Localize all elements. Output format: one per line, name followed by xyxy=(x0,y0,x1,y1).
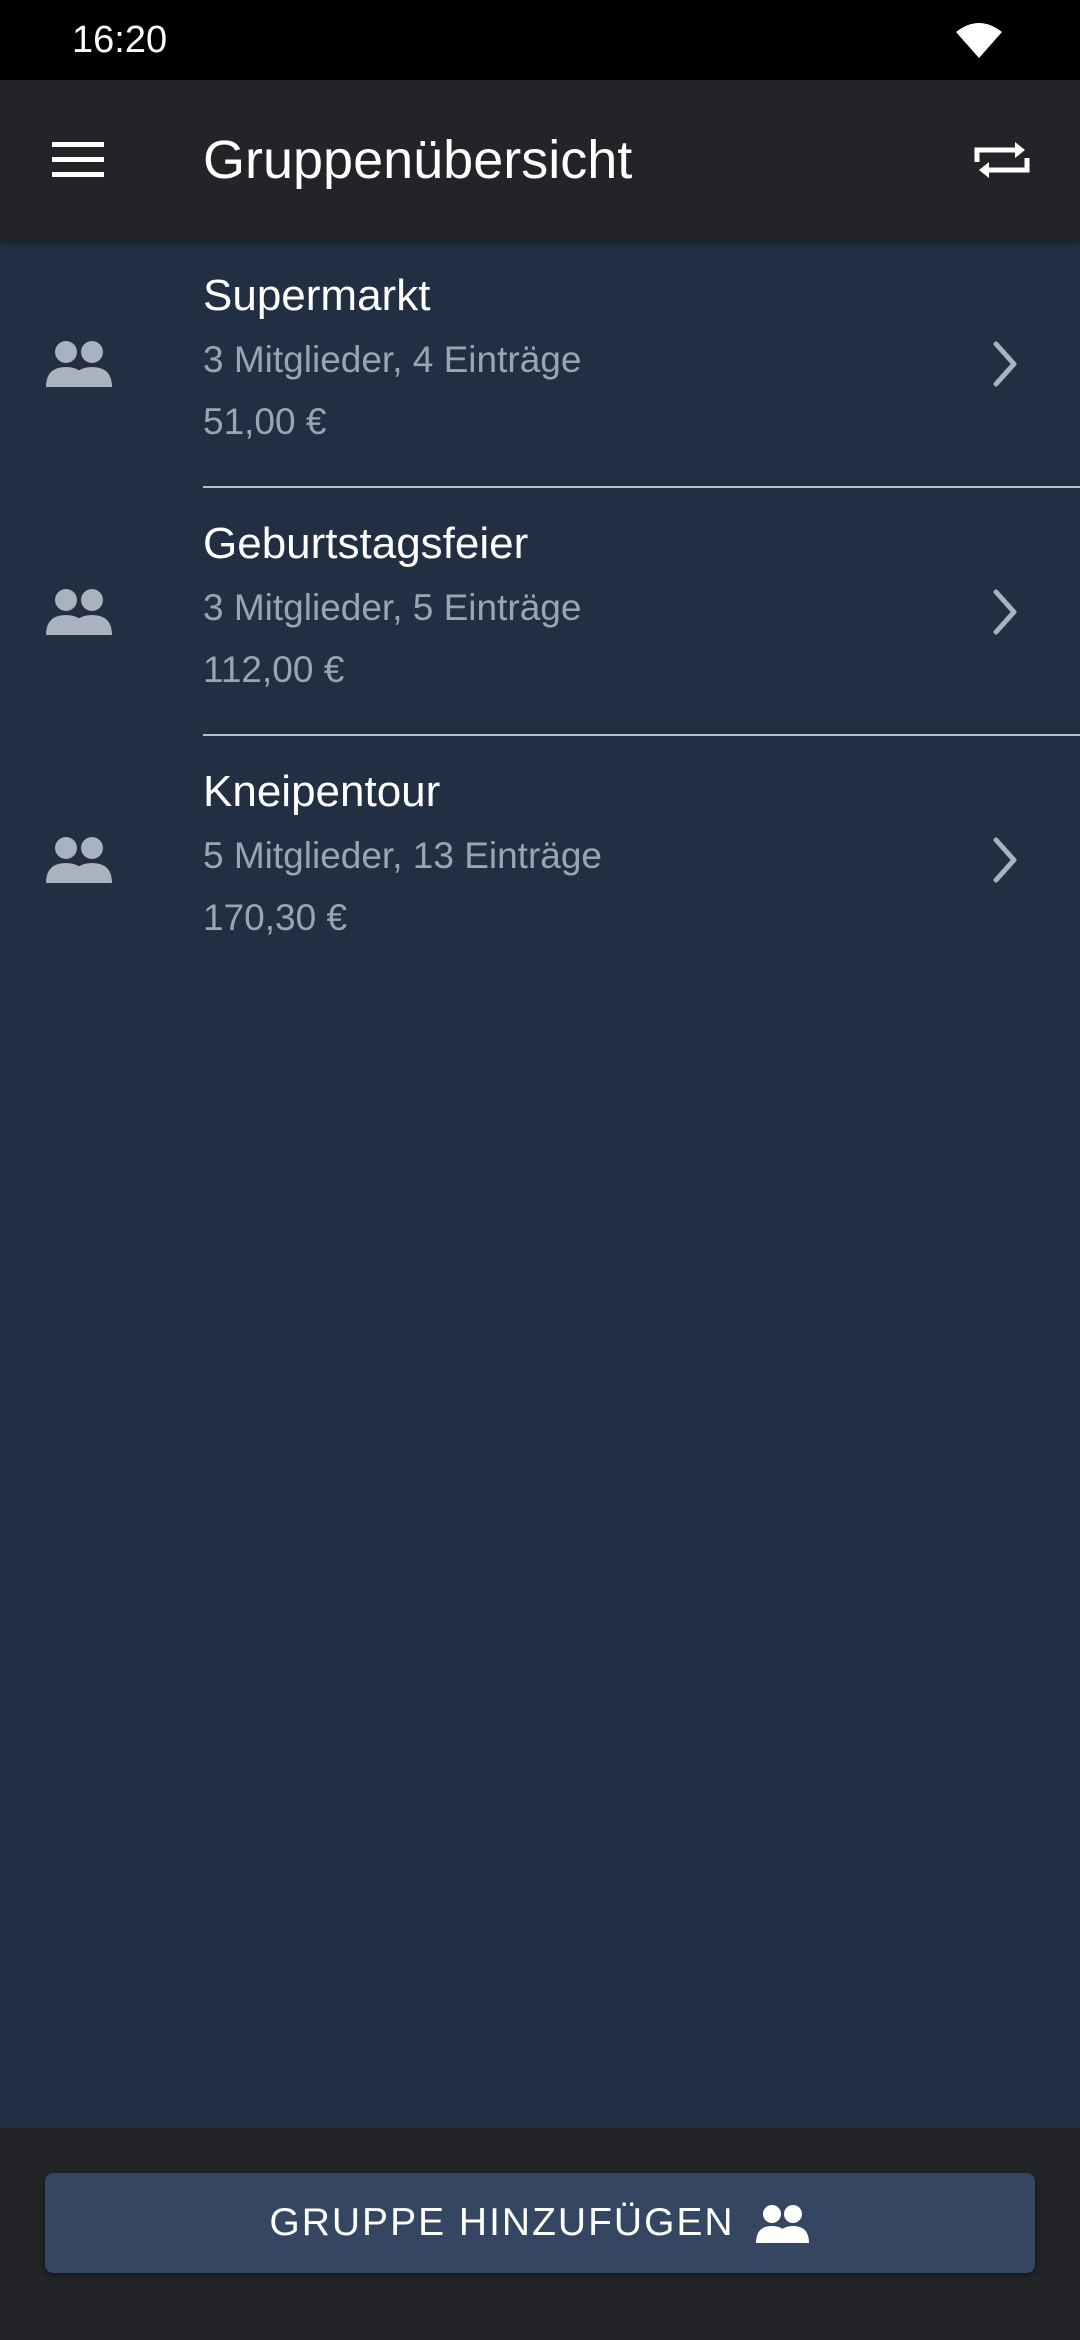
status-time: 16:20 xyxy=(72,19,168,61)
group-name: Supermarkt xyxy=(203,271,431,320)
chevron-right-icon xyxy=(993,837,1017,883)
group-amount: 112,00 € xyxy=(203,649,345,690)
app-bar: Gruppenübersicht xyxy=(0,80,1080,240)
status-bar: 16:20 xyxy=(0,0,1080,80)
group-list-item[interactable]: Kneipentour 5 Mitglieder, 13 Einträge 17… xyxy=(0,736,1080,984)
add-group-label: GRUPPE HINZUFÜGEN xyxy=(269,2201,735,2244)
wifi-icon xyxy=(956,23,1002,58)
group-meta: 5 Mitglieder, 13 Einträge xyxy=(203,835,603,876)
group-amount: 170,30 € xyxy=(203,897,348,938)
group-meta: 3 Mitglieder, 5 Einträge xyxy=(203,587,582,628)
page-title: Gruppenübersicht xyxy=(203,130,633,190)
sync-button[interactable] xyxy=(962,122,1042,198)
group-list-item[interactable]: Geburtstagsfeier 3 Mitglieder, 5 Einträg… xyxy=(0,488,1080,736)
chevron-right-icon xyxy=(993,341,1017,387)
hamburger-menu-icon xyxy=(52,142,104,177)
group-meta: 3 Mitglieder, 4 Einträge xyxy=(203,339,582,380)
group-list: Supermarkt 3 Mitglieder, 4 Einträge 51,0… xyxy=(0,240,1080,984)
group-name: Kneipentour xyxy=(203,767,441,816)
group-amount: 51,00 € xyxy=(203,401,327,442)
menu-button[interactable] xyxy=(38,122,118,198)
group-people-icon xyxy=(46,341,112,387)
chevron-right-icon xyxy=(993,589,1017,635)
bottom-bar: GRUPPE HINZUFÜGEN xyxy=(0,2128,1080,2340)
repeat-sync-icon xyxy=(974,142,1030,178)
group-name: Geburtstagsfeier xyxy=(203,519,529,568)
group-add-icon xyxy=(755,2205,809,2243)
group-people-icon xyxy=(46,837,112,883)
add-group-button[interactable]: GRUPPE HINZUFÜGEN xyxy=(45,2173,1035,2273)
group-people-icon xyxy=(46,589,112,635)
group-list-item[interactable]: Supermarkt 3 Mitglieder, 4 Einträge 51,0… xyxy=(0,240,1080,488)
